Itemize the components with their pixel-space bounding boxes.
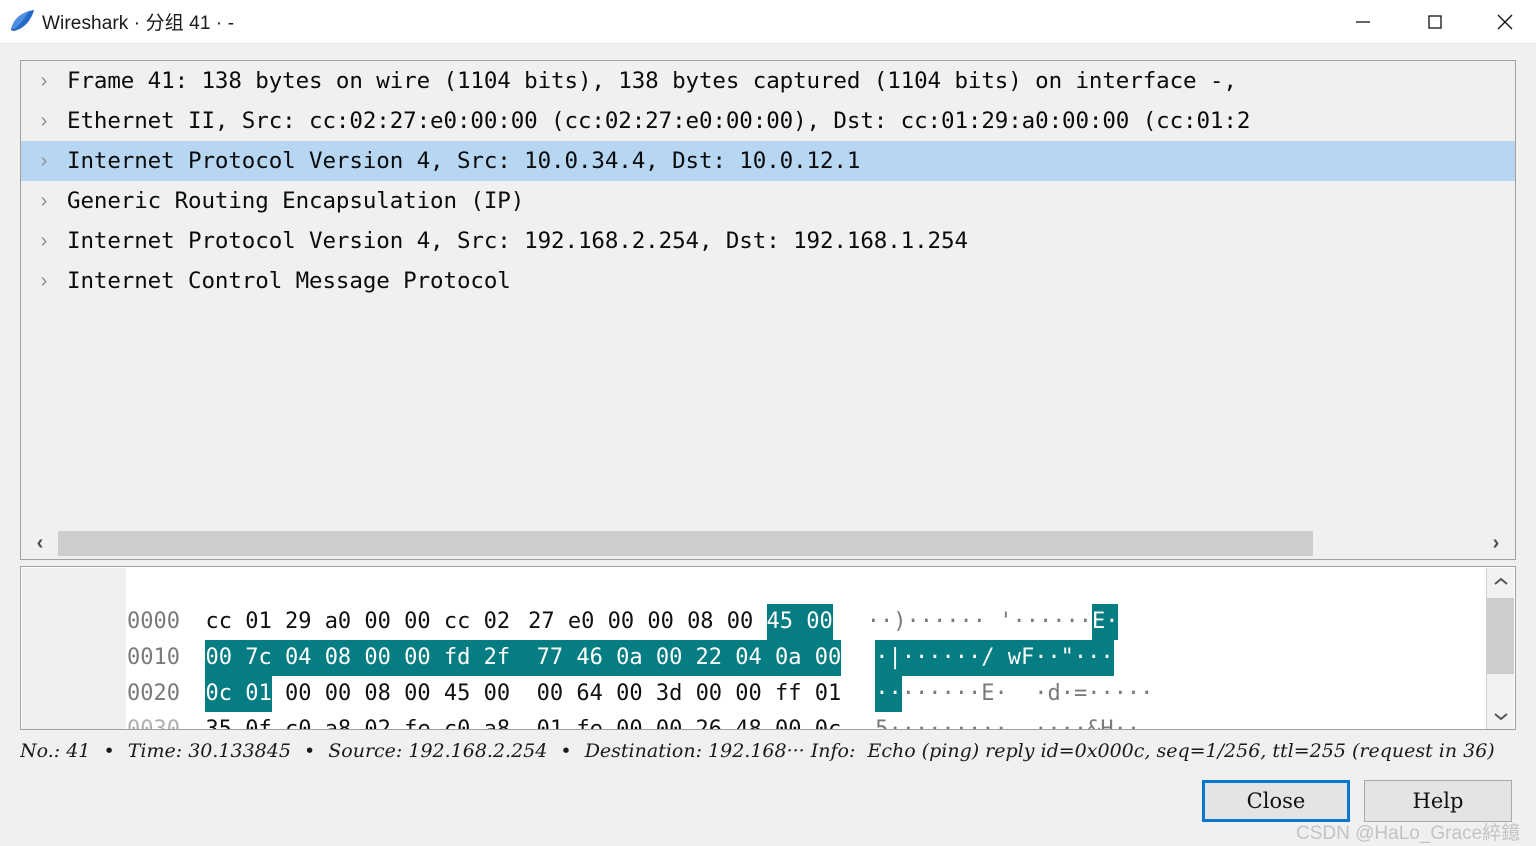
tree-row-ipv4-outer[interactable]: › Internet Protocol Version 4, Src: 10.0… [21,141,1515,181]
tree-horizontal-scrollbar[interactable]: ‹ › [20,528,1516,560]
maximize-button[interactable] [1412,0,1458,43]
scroll-up-icon[interactable] [1487,568,1514,596]
status-info-label: Info: [810,740,856,762]
hex-ascii-plain: 5········· ····&H·· [875,717,1141,730]
chevron-right-icon[interactable]: › [21,101,67,141]
tree-row-icmp[interactable]: › Internet Control Message Protocol [21,261,1515,301]
hex-row[interactable]: 0010 00 7c 04 08 00 00 fd 2f 77 46 0a 00 … [22,604,1153,676]
hex-offset: 0030 [126,717,180,730]
chevron-right-icon[interactable]: › [21,61,67,101]
hex-row[interactable]: 0020 0c 01 00 00 08 00 45 00 00 64 00 3d … [22,640,1153,712]
tree-row-gre[interactable]: › Generic Routing Encapsulation (IP) [21,181,1515,221]
tree-row-label: Internet Protocol Version 4, Src: 192.16… [67,228,968,254]
status-destination-label: Destination: [584,740,702,762]
status-no-value: 41 [66,740,91,762]
tree-row-frame[interactable]: › Frame 41: 138 bytes on wire (1104 bits… [21,61,1515,101]
scrollbar-thumb[interactable] [1487,598,1514,674]
scroll-down-icon[interactable] [1487,702,1514,729]
watermark: CSDN @HaLo_Grace綷鐿 [1296,823,1521,844]
tree-row-ipv4-inner[interactable]: › Internet Protocol Version 4, Src: 192.… [21,221,1515,261]
status-info-value: Echo (ping) reply id=0x000c, seq=1/256, … [867,740,1495,762]
close-window-icon[interactable] [1482,0,1528,43]
status-separator: • [560,740,572,762]
status-no-label: No.: [20,740,61,762]
window-title-bar: Wireshark · 分组 41 · - [0,0,1536,44]
status-source-value: 192.168.2.254 [408,740,548,762]
minimize-button[interactable] [1340,0,1386,43]
scrollbar-thumb[interactable] [58,531,1313,556]
scroll-right-icon[interactable]: › [1478,529,1514,558]
hex-row[interactable]: 0000 cc 01 29 a0 00 00 cc 02 27 e0 00 00 0… [22,568,1153,640]
close-button[interactable]: Close [1202,780,1350,822]
tree-row-label: Generic Routing Encapsulation (IP) [67,188,525,214]
chevron-right-icon[interactable]: › [21,141,67,181]
tree-row-ethernet[interactable]: › Ethernet II, Src: cc:02:27:e0:00:00 (c… [21,101,1515,141]
status-time-value: 30.133845 [188,740,291,762]
tree-row-label: Ethernet II, Src: cc:02:27:e0:00:00 (cc:… [67,108,1251,134]
tree-row-label: Internet Control Message Protocol [67,268,511,294]
window-title: Wireshark · 分组 41 · - [42,13,235,34]
wireshark-fin-icon [10,9,36,33]
tree-row-label: Frame 41: 138 bytes on wire (1104 bits),… [67,68,1237,94]
hex-vertical-scrollbar[interactable] [1486,568,1514,729]
status-destination-value: 192.168··· [708,740,805,762]
chevron-right-icon[interactable]: › [21,181,67,221]
chevron-right-icon[interactable]: › [21,261,67,301]
hex-dump-panel[interactable]: 0000 cc 01 29 a0 00 00 cc 02 27 e0 00 00 0… [20,566,1516,730]
hex-row[interactable]: 0030 35 0f c0 a8 02 fe c0 a8 01 fe 00 00 … [22,676,1153,729]
protocol-tree-panel[interactable]: › Frame 41: 138 bytes on wire (1104 bits… [20,60,1516,560]
hex-bytes-plain: 35 0f c0 a8 02 fe c0 a8 01 fe 00 00 26 4… [205,717,842,730]
status-separator: • [103,740,115,762]
packet-status-line: No.: 41 • Time: 30.133845 • Source: 192.… [20,740,1516,768]
scroll-left-icon[interactable]: ‹ [22,529,58,558]
chevron-right-icon[interactable]: › [21,221,67,261]
status-source-label: Source: [328,740,403,762]
help-button[interactable]: Help [1364,780,1512,822]
status-separator: • [303,740,316,762]
tree-row-label: Internet Protocol Version 4, Src: 10.0.3… [67,148,861,174]
status-time-label: Time: [127,740,183,762]
